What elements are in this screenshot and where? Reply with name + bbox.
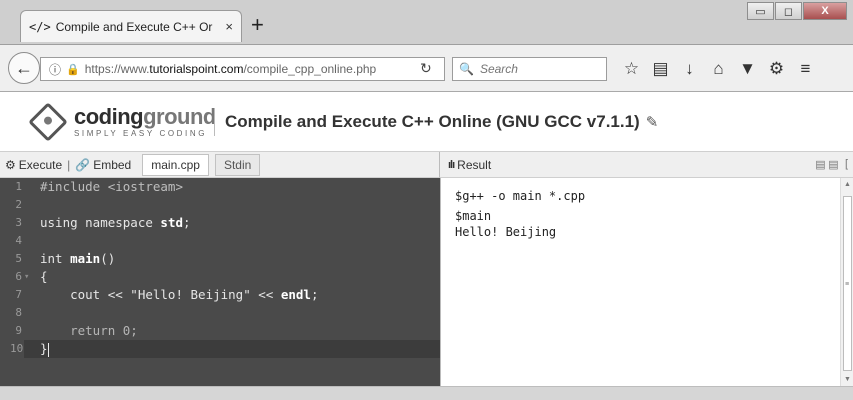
line-number: 7	[15, 288, 22, 301]
search-input[interactable]	[479, 62, 600, 76]
tab-stdin[interactable]: Stdin	[214, 153, 261, 176]
close-window-button[interactable]: X	[803, 2, 847, 20]
result-line-run: $main	[455, 209, 492, 223]
line-number: 4	[15, 234, 22, 247]
url-path: /compile_cpp_online.php	[243, 62, 377, 76]
page-title-text: Compile and Execute C++ Online (GNU GCC …	[225, 112, 640, 131]
code-line[interactable]: 10}	[10, 340, 440, 358]
code-line[interactable]: 4	[15, 232, 440, 250]
result-panel-controls: ▤ ▤ [	[814, 158, 853, 171]
reading-list-icon[interactable]: ▤	[646, 58, 675, 80]
fold-marker-icon[interactable]: ▾	[24, 268, 29, 286]
code-line[interactable]: 5 int main()	[15, 250, 440, 268]
code-editor[interactable]: 1 #include <iostream> 2 3 using namespace st…	[10, 178, 440, 386]
code-line[interactable]: 6 ▾ {	[15, 268, 440, 286]
code-text: return 0;	[40, 323, 138, 338]
fullscreen-icon[interactable]: [	[840, 158, 853, 171]
pocket-icon[interactable]: ▼	[733, 58, 762, 80]
bar-chart-icon: ılı	[448, 158, 455, 171]
tab-main-cpp[interactable]: main.cpp	[142, 153, 209, 176]
result-toolbar: ılı Result ▤ ▤ [	[440, 152, 853, 178]
line-number: 3	[15, 216, 22, 229]
line-number: 8	[15, 306, 22, 319]
code-text: cout << "Hello! Beijing" << endl;	[40, 287, 319, 302]
search-icon: 🔍	[459, 62, 474, 76]
code-text: using namespace std;	[40, 215, 191, 230]
minimize-button[interactable]: ▭	[747, 2, 774, 20]
line-number: 5	[15, 252, 22, 265]
line-number: 9	[15, 324, 22, 337]
close-tab-icon[interactable]: ×	[225, 19, 233, 34]
line-number: 2	[15, 198, 22, 211]
edit-icon[interactable]: ✎	[646, 113, 659, 131]
execute-button[interactable]: ⚙ Execute	[0, 158, 67, 172]
lock-icon[interactable]: 🔒	[66, 63, 80, 76]
page-title: Compile and Execute C++ Online (GNU GCC …	[214, 108, 658, 136]
toolbar-icons: ☆ ▤ ↓ ⌂ ▼ ⚙ ≡	[617, 58, 820, 80]
logo-word-tail: ground	[143, 104, 216, 129]
star-icon[interactable]: ☆	[617, 58, 646, 80]
result-label: Result	[457, 157, 492, 172]
code-text: }	[40, 341, 49, 357]
scroll-thumb[interactable]: ≡	[843, 196, 852, 371]
scroll-down-icon[interactable]: ▼	[841, 373, 853, 386]
site-header: codingground SIMPLY EASY CODING Compile …	[0, 92, 853, 152]
logo-tagline: SIMPLY EASY CODING	[74, 129, 208, 138]
code-line[interactable]: 7 cout << "Hello! Beijing" << endl;	[15, 286, 440, 304]
grip-icon: ≡	[845, 281, 850, 288]
code-text: #include <iostream>	[40, 179, 183, 194]
maximize-button[interactable]: ◻	[775, 2, 802, 20]
code-text: {	[40, 269, 48, 284]
codingground-logo[interactable]: codingground SIMPLY EASY CODING	[28, 102, 216, 142]
expand-icon[interactable]: ▤	[814, 158, 827, 171]
download-icon[interactable]: ↓	[675, 58, 704, 80]
code-line[interactable]: 1 #include <iostream>	[15, 178, 440, 196]
browser-titlebar: </> Compile and Execute C++ Or × + ▭ ◻ X	[0, 0, 853, 44]
logo-mark-icon	[28, 102, 68, 142]
logo-word-main: coding	[74, 104, 144, 129]
gears-icon: ⚙	[5, 157, 16, 172]
embed-button[interactable]: 🔗 Embed	[70, 158, 136, 172]
window-controls: ▭ ◻ X	[746, 2, 847, 20]
browser-tab[interactable]: </> Compile and Execute C++ Or ×	[20, 10, 242, 42]
bottom-border	[0, 386, 853, 400]
line-number: 10	[10, 342, 24, 355]
code-line[interactable]: 3 using namespace std;	[15, 214, 440, 232]
line-number: 1	[15, 180, 22, 193]
home-icon[interactable]: ⌂	[704, 58, 733, 80]
extension-icon[interactable]: ⚙	[762, 58, 791, 80]
url-host: tutorialspoint.com	[149, 62, 244, 76]
result-line-output: Hello! Beijing	[455, 225, 557, 239]
editor-toolbar: ⚙ Execute | 🔗 Embed main.cpp Stdin	[0, 152, 440, 178]
logo-text: codingground SIMPLY EASY CODING	[74, 106, 216, 139]
code-line[interactable]: 9 return 0;	[15, 322, 440, 340]
line-number: 6	[15, 270, 22, 283]
code-line[interactable]: 2	[15, 196, 440, 214]
code-text: int main()	[40, 251, 116, 266]
info-icon[interactable]: ⓘ	[49, 61, 61, 78]
menu-icon[interactable]: ≡	[791, 58, 820, 80]
collapse-icon[interactable]: ▤	[827, 158, 840, 171]
result-output: $g++ -o main *.cpp $main Hello! Beijing	[440, 178, 840, 386]
code-icon: </>	[29, 19, 51, 34]
search-box[interactable]: 🔍	[452, 57, 607, 81]
address-bar[interactable]: ⓘ 🔒 https://www. tutorialspoint.com/compi…	[40, 57, 445, 81]
back-arrow-icon: ←	[15, 57, 33, 78]
link-icon: 🔗	[75, 157, 91, 172]
embed-label: Embed	[93, 157, 132, 172]
browser-navbar: ← ⓘ 🔒 https://www. tutorialspoint.com/com…	[0, 44, 853, 92]
execute-label: Execute	[18, 157, 63, 172]
scroll-up-icon[interactable]: ▲	[841, 178, 853, 191]
text-cursor	[47, 342, 49, 357]
reload-icon[interactable]: ↻	[420, 60, 432, 77]
code-line[interactable]: 8	[15, 304, 440, 322]
result-scrollbar[interactable]: ▲ ≡ ▼	[840, 178, 853, 386]
url-scheme: https://www.	[84, 62, 150, 76]
new-tab-button[interactable]: +	[251, 14, 264, 36]
page-content: codingground SIMPLY EASY CODING Compile …	[0, 92, 853, 400]
result-line-compile: $g++ -o main *.cpp	[455, 189, 586, 203]
logo-word: codingground	[74, 106, 216, 128]
tab-title: Compile and Execute C++ Or	[55, 19, 213, 34]
back-button[interactable]: ←	[8, 52, 40, 84]
